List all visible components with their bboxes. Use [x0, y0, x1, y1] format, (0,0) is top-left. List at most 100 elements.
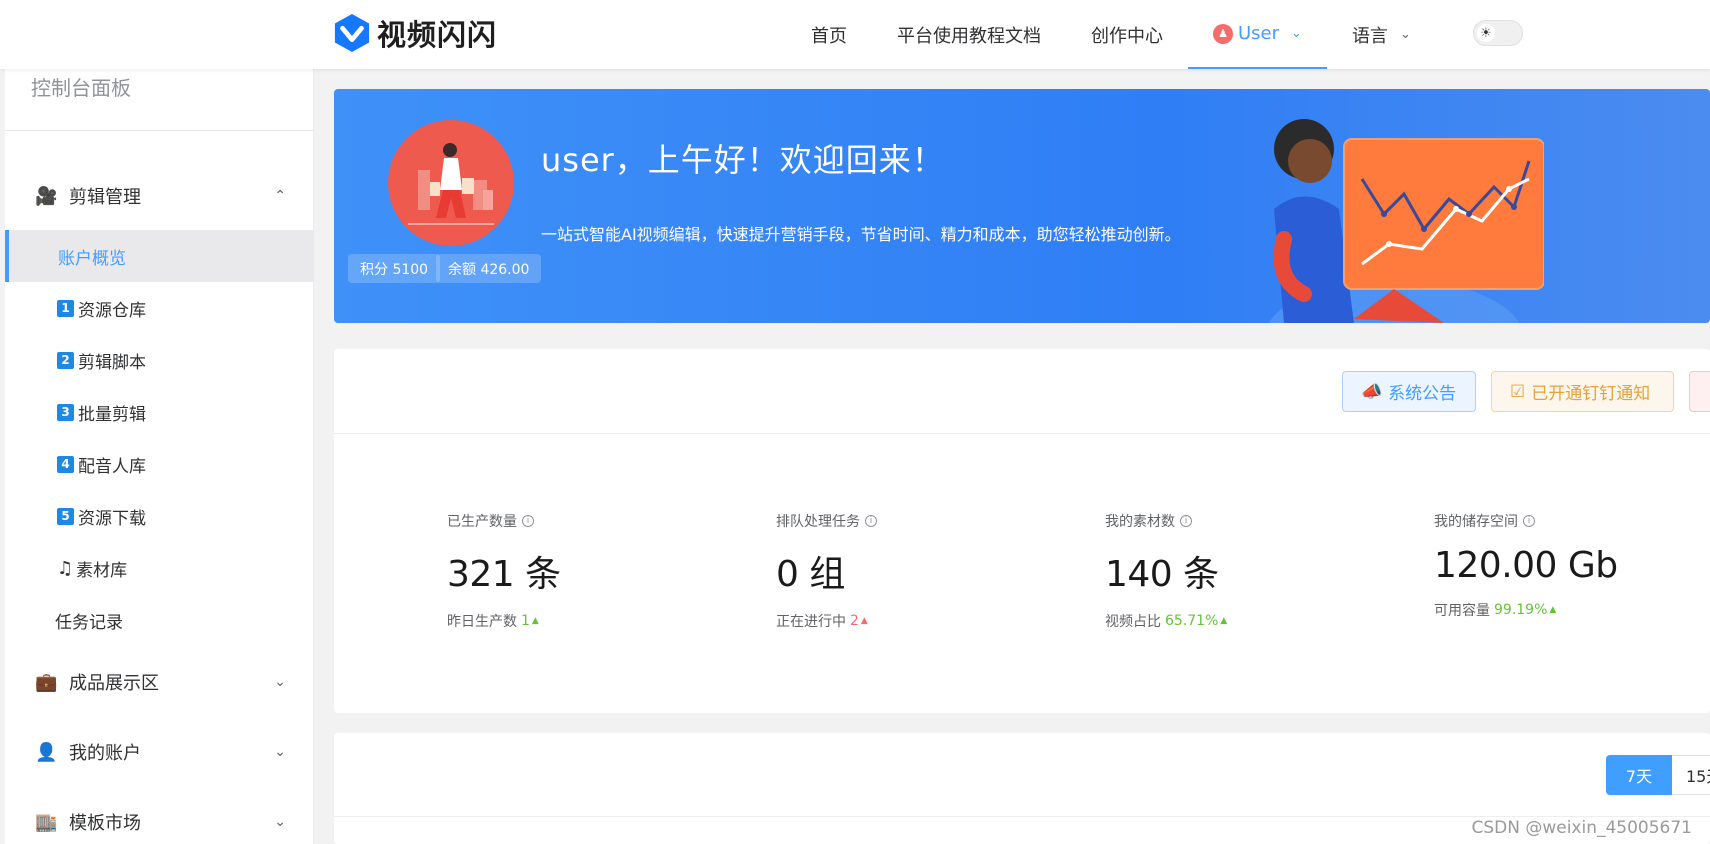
sidebar-item-label: 资源下载: [78, 508, 146, 529]
number-4-icon: 4: [57, 455, 74, 473]
theme-toggle[interactable]: ☀: [1473, 20, 1523, 46]
logo-icon: [334, 14, 370, 52]
video-camera-icon: 🎥: [35, 185, 58, 207]
top-nav: 首页 平台使用教程文档 创作中心 ♟ User ⌄ 语言 ⌄: [786, 0, 1436, 69]
sidebar-item-label: 账户概览: [58, 248, 126, 269]
sidebar-item-resource-download[interactable]: 5 资源下载: [5, 490, 314, 542]
check-circle-icon: ☑: [1510, 381, 1526, 402]
sidebar-item-voice-library[interactable]: 4 配音人库: [5, 438, 314, 490]
sidebar-item-account-overview[interactable]: 账户概览: [5, 230, 314, 282]
greeting-text: user，上午好！欢迎回来！: [541, 141, 945, 179]
caret-up-icon: ▲: [860, 616, 868, 626]
welcome-banner: 积分 5100 余额 426.00 user，上午好！欢迎回来！ 一站式智能AI…: [334, 89, 1710, 323]
music-note-icon: ♫: [57, 557, 74, 579]
stat-label: 我的素材数: [1105, 514, 1175, 530]
chevron-down-icon: ⌄: [274, 744, 286, 760]
sidebar-item-resource-warehouse[interactable]: 1 资源仓库: [5, 282, 314, 334]
nav-creation-label: 创作中心: [1091, 25, 1163, 47]
sidebar-item-material-library[interactable]: ♫ 素材库: [5, 542, 314, 594]
stat-label: 我的储存空间: [1434, 514, 1518, 530]
stat-sub-label: 可用容量: [1434, 603, 1490, 619]
stat-sub-value: 65.71%: [1165, 613, 1219, 629]
stat-value: 0 组: [776, 554, 845, 595]
number-5-icon: 5: [57, 507, 74, 525]
info-icon[interactable]: i: [522, 515, 534, 527]
sidebar-group-account[interactable]: 👤 我的账户 ⌄: [5, 724, 314, 780]
nav-user-menu[interactable]: ♟ User ⌄: [1188, 0, 1327, 69]
sidebar-item-task-records[interactable]: 任务记录: [5, 594, 314, 646]
card-divider: [334, 433, 1710, 434]
logo[interactable]: 视频闪闪: [333, 12, 497, 54]
stat-produced: 已生产数量 i 321 条 昨日生产数 1 ▲: [447, 511, 747, 631]
top-header: 视频闪闪 首页 平台使用教程文档 创作中心 ♟ User ⌄ 语言 ⌄ ☀: [0, 0, 1710, 69]
sidebar-title: 控制台面板: [31, 76, 131, 100]
sidebar-item-label: 任务记录: [55, 612, 123, 633]
nav-user-label: User: [1238, 23, 1280, 44]
logo-text: 视频闪闪: [377, 18, 498, 52]
range-7-days-button[interactable]: 7天: [1606, 755, 1672, 795]
sidebar-item-label: 素材库: [76, 560, 128, 581]
stat-value: 140 条: [1105, 554, 1219, 595]
sidebar-item-label: 批量剪辑: [78, 404, 146, 425]
nav-docs-label: 平台使用教程文档: [897, 25, 1041, 47]
sidebar-divider: [5, 130, 314, 131]
watermark: CSDN @weixin_45005671: [1471, 818, 1692, 838]
caret-up-icon: ▲: [1549, 605, 1557, 615]
dingtalk-notify-button[interactable]: ☑ 已开通钉钉通知: [1491, 371, 1674, 412]
caret-up-icon: ▲: [531, 616, 539, 626]
sidebar-group-products[interactable]: 💼 成品展示区 ⌄: [5, 654, 314, 710]
stat-label: 排队处理任务: [776, 514, 860, 530]
stat-sub-value: 2: [850, 613, 859, 629]
sidebar-group-edit[interactable]: 🎥 剪辑管理 ⌃: [5, 168, 314, 224]
stat-sub-label: 视频占比: [1105, 614, 1161, 630]
stat-materials: 我的素材数 i 140 条 视频占比 65.71% ▲: [1105, 511, 1405, 631]
sun-icon: ☀: [1477, 24, 1495, 42]
chevron-up-icon: ⌃: [274, 188, 286, 204]
dingtalk-label: 已开通钉钉通知: [1531, 384, 1651, 404]
stat-value: 321 条: [447, 554, 561, 595]
info-icon[interactable]: i: [865, 515, 877, 527]
sidebar-item-label: 资源仓库: [78, 300, 146, 321]
nav-home[interactable]: 首页: [786, 0, 872, 69]
announcement-button[interactable]: 📣 系统公告: [1342, 371, 1476, 412]
stat-sub-value: 1: [521, 613, 530, 629]
card-divider: [334, 816, 1710, 817]
balance-badge: 余额 426.00: [436, 254, 542, 283]
shopping-woman-illustration: [408, 143, 494, 225]
sidebar-group-products-label: 成品展示区: [69, 673, 159, 694]
sidebar: 控制台面板 🎥 剪辑管理 ⌃ 账户概览 1 资源仓库 2 剪辑脚本 3 批量剪辑…: [5, 0, 314, 844]
range-15-days-button[interactable]: 15天: [1672, 755, 1710, 795]
sidebar-item-label: 剪辑脚本: [78, 352, 146, 373]
stat-label: 已生产数量: [447, 514, 517, 530]
points-badge: 积分 5100: [348, 254, 441, 283]
user-avatar[interactable]: [388, 120, 514, 246]
briefcase-icon: 💼: [35, 671, 58, 693]
stat-sub-value: 99.19%: [1494, 602, 1548, 618]
sidebar-group-market-label: 模板市场: [69, 813, 141, 834]
chart-presenter-illustration: [1268, 119, 1544, 323]
sidebar-item-edit-script[interactable]: 2 剪辑脚本: [5, 334, 314, 386]
stat-sub-label: 正在进行中: [776, 614, 846, 630]
sidebar-item-label: 配音人库: [78, 456, 146, 477]
nav-home-label: 首页: [811, 25, 847, 47]
sidebar-group-account-label: 我的账户: [69, 743, 141, 764]
store-icon: 🏬: [35, 811, 58, 833]
announcement-label: 系统公告: [1388, 384, 1457, 404]
sidebar-group-template-market[interactable]: 🏬 模板市场 ⌄: [5, 794, 314, 844]
sidebar-item-batch-edit[interactable]: 3 批量剪辑: [5, 386, 314, 438]
stats-card: 📣 系统公告 ☑ 已开通钉钉通知 已生产数量 i 321 条 昨日生产数 1 ▲ 排队…: [334, 349, 1710, 713]
chevron-down-icon: ⌄: [1291, 26, 1302, 41]
megaphone-icon: 📣: [1361, 381, 1383, 402]
nav-language-menu[interactable]: 语言 ⌄: [1327, 0, 1436, 69]
info-icon[interactable]: i: [1180, 515, 1192, 527]
stat-value: 120.00 Gb: [1434, 545, 1618, 586]
info-icon[interactable]: i: [1523, 515, 1535, 527]
stat-sub-label: 昨日生产数: [447, 614, 517, 630]
nav-docs[interactable]: 平台使用教程文档: [872, 0, 1066, 69]
banner-description: 一站式智能AI视频编辑，快速提升营销手段，节省时间、精力和成本，助您轻松推动创新…: [541, 225, 1181, 244]
number-2-icon: 2: [57, 351, 74, 369]
chevron-down-icon: ⌄: [1399, 27, 1411, 42]
partial-action-button[interactable]: [1689, 371, 1710, 412]
user-icon: 👤: [35, 741, 58, 763]
nav-creation-center[interactable]: 创作中心: [1066, 0, 1188, 69]
